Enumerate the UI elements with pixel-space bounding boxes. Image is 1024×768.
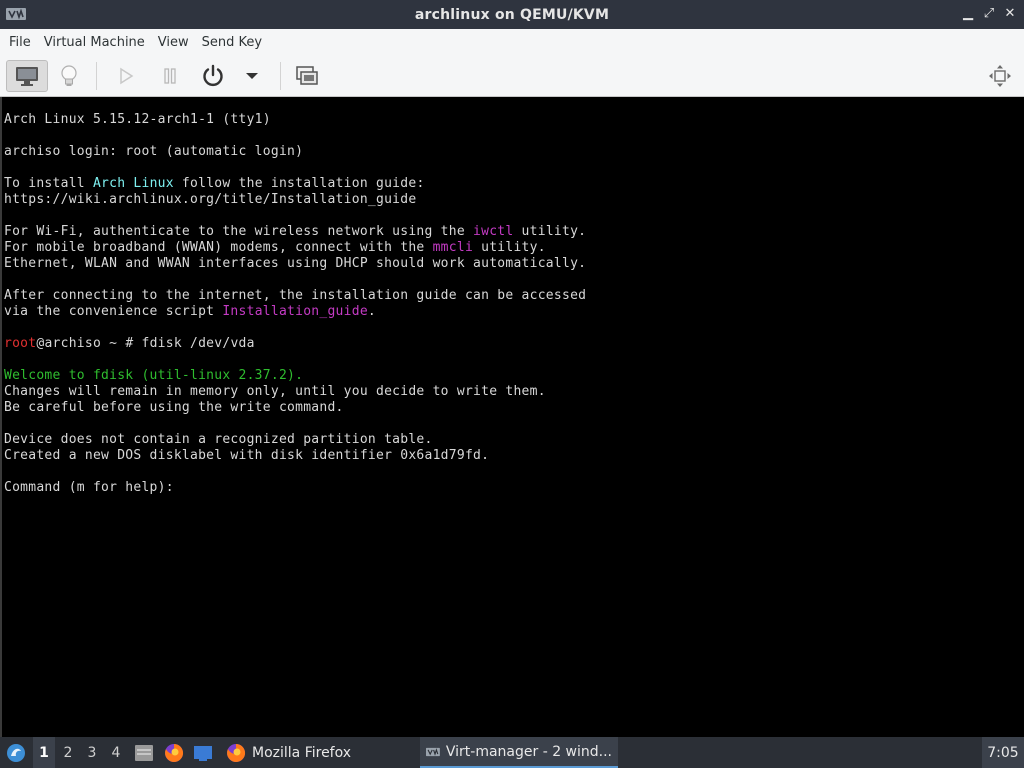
workspace-3[interactable]: 3: [81, 737, 103, 768]
fullscreen-button[interactable]: [984, 60, 1016, 92]
snapshots-button[interactable]: [292, 60, 322, 92]
console-line: After connecting to the internet, the in…: [4, 288, 587, 303]
menu-bar: File Virtual Machine View Send Key: [0, 29, 1024, 55]
firefox-icon: [227, 743, 246, 762]
virt-manager-icon: [426, 747, 440, 756]
menu-view[interactable]: View: [153, 35, 194, 50]
quicklaunch-firefox[interactable]: [163, 737, 185, 768]
console-line: Welcome to fdisk (util-linux 2.37.2).: [4, 368, 304, 383]
close-button[interactable]: ✕: [1004, 6, 1016, 22]
task-label: Virt-manager - 2 wind...: [445, 743, 612, 760]
console-line: Created a new DOS disklabel with disk id…: [4, 448, 490, 463]
task-firefox[interactable]: Mozilla Firefox: [220, 737, 416, 768]
console-line: via the convenience script Installation_…: [4, 304, 376, 319]
window-titlebar[interactable]: archlinux on QEMU/KVM ▁ ⤢ ✕: [0, 0, 1024, 29]
workspace-2[interactable]: 2: [57, 737, 79, 768]
console-button[interactable]: [6, 60, 48, 92]
firefox-icon: [165, 743, 184, 762]
console-line: https://wiki.archlinux.org/title/Install…: [4, 192, 417, 207]
console-icon: [16, 67, 38, 86]
task-virt-manager[interactable]: Virt-manager - 2 wind...: [420, 737, 618, 768]
console-line: For mobile broadband (WWAN) modems, conn…: [4, 240, 546, 255]
console-line: Arch Linux 5.15.12-arch1-1 (tty1): [4, 112, 271, 127]
details-lightbulb-icon: [61, 65, 77, 86]
fullscreen-icon: [989, 65, 1011, 87]
pause-button[interactable]: [156, 60, 184, 92]
toolbar: [0, 55, 1024, 97]
virt-manager-icon: [6, 8, 26, 20]
maximize-button[interactable]: ⤢: [983, 6, 995, 22]
menu-file[interactable]: File: [4, 35, 36, 50]
power-menu-icon: [246, 73, 258, 79]
console-line: archiso login: root (automatic login): [4, 144, 304, 159]
quicklaunch-file-manager[interactable]: [133, 737, 155, 768]
pause-icon: [164, 68, 176, 84]
console-line: For Wi-Fi, authenticate to the wireless …: [4, 224, 587, 239]
workspace-1[interactable]: 1: [33, 737, 55, 768]
menu-virtual-machine[interactable]: Virtual Machine: [39, 35, 150, 50]
quicklaunch-desktop[interactable]: [192, 737, 214, 768]
start-menu-button[interactable]: [4, 737, 28, 768]
console-line: Be careful before using the write comman…: [4, 400, 344, 415]
menu-send-key[interactable]: Send Key: [197, 35, 267, 50]
console-line: To install Arch Linux follow the install…: [4, 176, 425, 191]
run-button[interactable]: [112, 60, 140, 92]
task-label: Mozilla Firefox: [252, 744, 352, 761]
console-line: Changes will remain in memory only, unti…: [4, 384, 546, 399]
console-line: Ethernet, WLAN and WWAN interfaces using…: [4, 256, 587, 271]
power-icon: [203, 64, 223, 87]
shutdown-menu-button[interactable]: [240, 60, 264, 92]
desktop-icon: [194, 745, 212, 761]
shutdown-button[interactable]: [198, 60, 228, 92]
toolbar-separator: [280, 62, 281, 90]
workspace-4[interactable]: 4: [105, 737, 127, 768]
toolbar-separator: [96, 62, 97, 90]
console-prompt-line: root@archiso ~ # fdisk /dev/vda: [4, 336, 255, 351]
snapshots-icon: [296, 66, 318, 85]
run-icon: [120, 67, 134, 85]
minimize-button[interactable]: ▁: [962, 6, 974, 22]
details-button[interactable]: [54, 60, 84, 92]
vm-console[interactable]: Arch Linux 5.15.12-arch1-1 (tty1) archis…: [0, 97, 1024, 737]
lxqt-menu-icon: [7, 743, 25, 762]
console-command-prompt[interactable]: Command (m for help):: [4, 480, 182, 496]
file-manager-icon: [135, 744, 153, 761]
taskbar: 1 2 3 4 Mozilla Firefox Virt-manager - 2…: [0, 737, 1024, 768]
console-line: Device does not contain a recognized par…: [4, 432, 433, 447]
window-title: archlinux on QEMU/KVM: [414, 6, 610, 23]
clock[interactable]: 7:05: [982, 737, 1024, 768]
